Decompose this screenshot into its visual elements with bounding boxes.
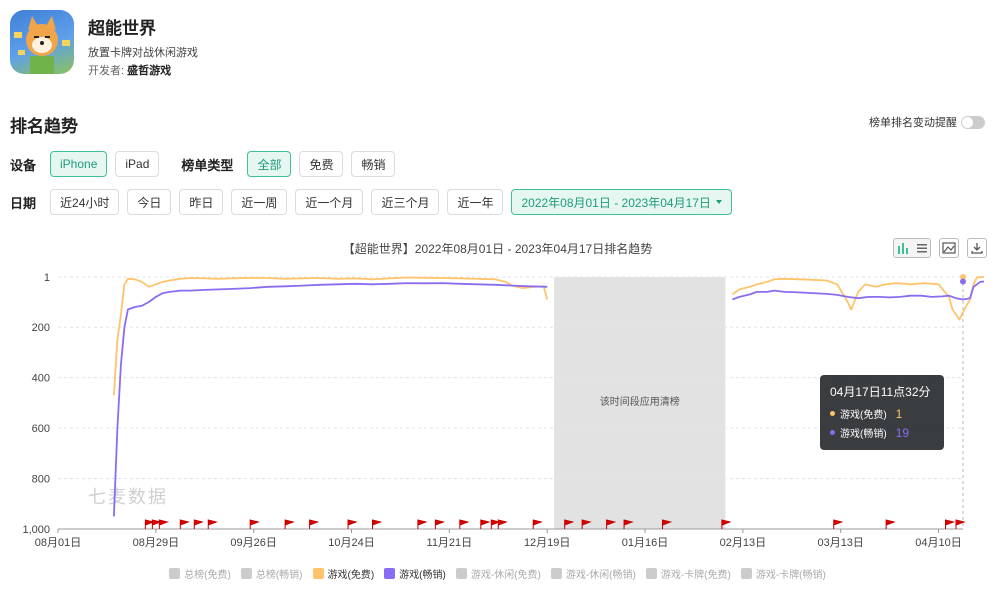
event-flag-icon bbox=[193, 519, 204, 529]
grossing-end-marker bbox=[960, 278, 966, 285]
series-line-grossing-2 bbox=[732, 280, 985, 301]
legend-swatch bbox=[240, 568, 252, 579]
tooltip-row-grossing: 游戏(畅销) 19 bbox=[830, 425, 934, 440]
legend-label: 游戏-卡牌(免费) bbox=[660, 570, 731, 581]
legend-swatch bbox=[550, 568, 562, 579]
event-flag-icon bbox=[158, 519, 170, 529]
chart-legend: 总榜(免费) 总榜(畅销) 游戏(免费) 游戏(畅销) 游戏-休闲(免费) 游戏-休闲(畅… bbox=[0, 566, 995, 581]
y-tick-label: 800 bbox=[32, 474, 50, 486]
watermark: 七麦数据 bbox=[88, 487, 168, 507]
y-tick-label: 400 bbox=[32, 373, 50, 385]
tooltip-label-grossing: 游戏(畅销) bbox=[840, 429, 887, 440]
free-dot-icon bbox=[830, 411, 835, 416]
ranking-chart[interactable]: 该时间段应用清榜 1 200 400 600 800 1,00008月01日 08月29日 09… bbox=[0, 0, 995, 596]
event-flag-icon bbox=[459, 519, 470, 529]
x-tick-label: 02月13日 bbox=[720, 537, 766, 549]
legend-label: 总榜(畅销) bbox=[255, 570, 303, 581]
legend-swatch bbox=[384, 568, 396, 579]
x-tick-label: 11月21日 bbox=[427, 537, 473, 549]
x-tick-label: 10月24日 bbox=[328, 537, 374, 549]
legend-label: 游戏-休闲(畅销) bbox=[565, 570, 636, 581]
event-flag-icon bbox=[347, 519, 358, 529]
legend-label: 游戏-卡牌(畅销) bbox=[755, 570, 826, 581]
legend-item[interactable]: 游戏-卡牌(畅销) bbox=[740, 566, 826, 581]
x-tick-label: 12月19日 bbox=[524, 537, 570, 549]
event-flag-icon bbox=[885, 519, 896, 529]
x-tick-label: 08月01日 bbox=[35, 537, 81, 549]
event-flag-icon bbox=[371, 519, 383, 529]
event-flag-icon bbox=[833, 519, 844, 529]
event-flag-icon bbox=[309, 519, 320, 529]
event-flag-icon bbox=[497, 519, 508, 529]
x-tick-label: 09月26日 bbox=[230, 537, 276, 549]
chart-tooltip: 04月17日11点32分 游戏(免费) 1 游戏(畅销) 19 bbox=[820, 375, 944, 450]
legend-swatch bbox=[312, 568, 324, 579]
tooltip-label-free: 游戏(免费) bbox=[840, 410, 887, 421]
x-tick-label: 08月29日 bbox=[133, 537, 179, 549]
event-flag-icon bbox=[417, 519, 428, 529]
tooltip-value-free: 1 bbox=[895, 406, 903, 421]
legend-item[interactable]: 游戏(免费) bbox=[312, 566, 375, 581]
legend-swatch bbox=[645, 568, 657, 579]
legend-label: 总榜(免费) bbox=[184, 570, 231, 581]
series-line-grossing-1 bbox=[113, 282, 548, 517]
event-flag-icon bbox=[434, 519, 446, 529]
tooltip-value-grossing: 19 bbox=[895, 425, 910, 440]
y-tick-label: 1 bbox=[44, 272, 50, 284]
legend-item[interactable]: 总榜(免费) bbox=[169, 566, 231, 581]
event-flag-icon bbox=[945, 519, 956, 529]
tooltip-title: 04月17日11点32分 bbox=[830, 385, 931, 399]
legend-item[interactable]: 总榜(畅销) bbox=[240, 566, 303, 581]
event-flag-icon bbox=[179, 519, 190, 529]
legend-item[interactable]: 游戏-卡牌(免费) bbox=[645, 566, 731, 581]
legend-item[interactable]: 游戏-休闲(免费) bbox=[455, 566, 541, 581]
event-flag-icon bbox=[480, 519, 491, 529]
legend-swatch bbox=[455, 568, 467, 579]
event-flag-icon bbox=[207, 519, 218, 529]
event-flag-icon bbox=[249, 519, 260, 529]
legend-label: 游戏(免费) bbox=[327, 570, 375, 581]
event-flag-icon bbox=[532, 519, 543, 529]
event-flag-icon bbox=[284, 519, 295, 529]
y-tick-label: 1,000 bbox=[22, 524, 50, 536]
legend-swatch bbox=[169, 568, 181, 579]
y-tick-label: 600 bbox=[32, 423, 50, 435]
legend-label: 游戏(畅销) bbox=[399, 570, 446, 581]
tooltip-row-free: 游戏(免费) 1 bbox=[830, 406, 934, 421]
cleared-period-label: 该时间段应用清榜 bbox=[600, 395, 680, 408]
x-tick-label: 03月13日 bbox=[817, 537, 863, 549]
grossing-dot-icon bbox=[830, 430, 835, 435]
legend-swatch bbox=[740, 568, 752, 579]
legend-item[interactable]: 游戏(畅销) bbox=[384, 566, 446, 581]
legend-label: 游戏-休闲(免费) bbox=[470, 570, 541, 581]
y-tick-label: 200 bbox=[32, 322, 50, 334]
x-tick-label: 04月10日 bbox=[915, 537, 961, 549]
legend-item[interactable]: 游戏-休闲(畅销) bbox=[550, 566, 636, 581]
x-tick-label: 01月16日 bbox=[622, 537, 668, 549]
